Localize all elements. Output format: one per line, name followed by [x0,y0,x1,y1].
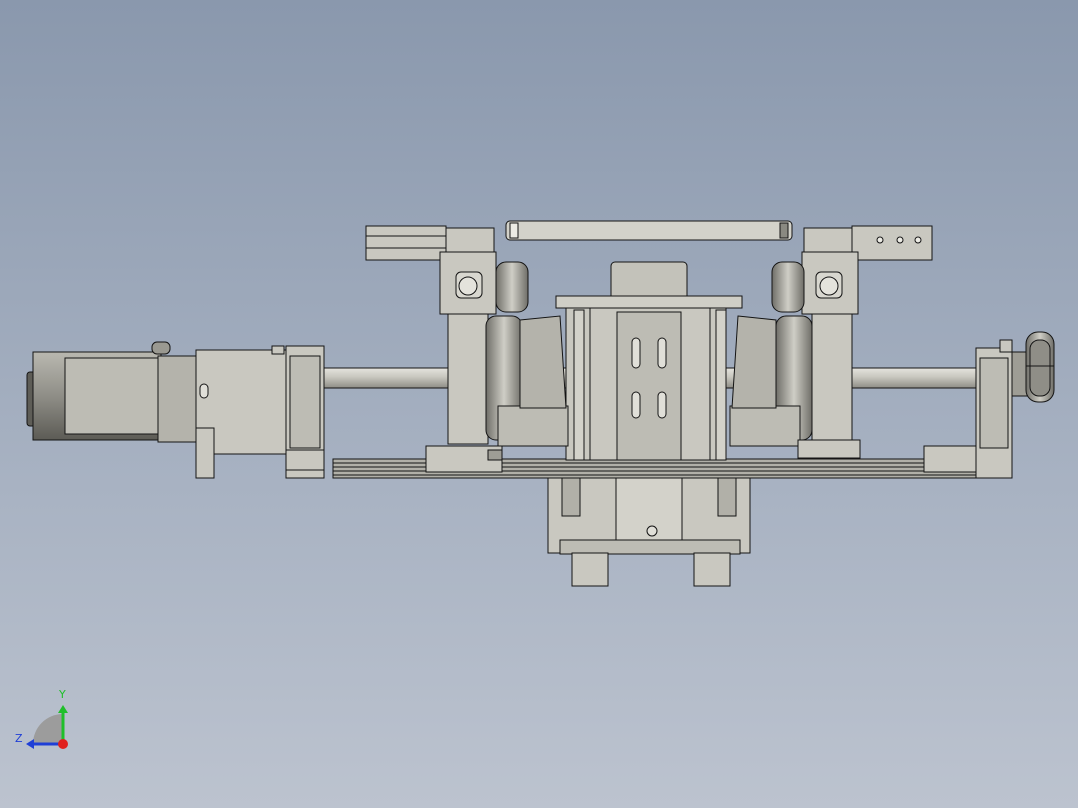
lower-carriage[interactable] [547,477,751,587]
right-pulley-pair[interactable] [1011,331,1055,403]
triad-quadrant [33,714,63,744]
triad-z-arrowhead [26,739,34,749]
top-crossbar[interactable] [505,220,793,241]
view-orientation-triad[interactable] [26,705,68,749]
right-end-bracket[interactable] [975,339,1013,479]
right-gripper-assembly[interactable] [729,225,977,473]
triad-y-label: Y [59,688,66,701]
left-end-bracket[interactable] [285,345,325,479]
triad-y-arrowhead [58,705,68,713]
left-gripper-assembly[interactable] [365,225,569,473]
triad-x-origin [58,739,68,749]
servo-motor[interactable] [26,341,287,479]
assembly-drawing[interactable] [0,0,1078,808]
triad-z-label: Z [15,732,23,745]
cad-viewport[interactable]: Y Z [0,0,1078,808]
